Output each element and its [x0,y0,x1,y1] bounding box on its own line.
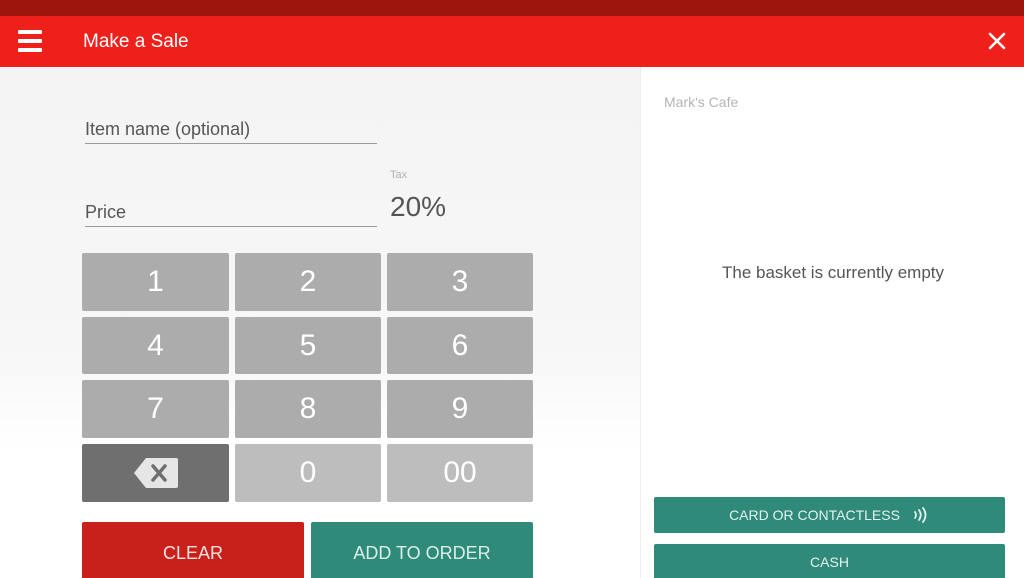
price-input[interactable] [85,202,377,226]
card-or-contactless-button[interactable]: CARD OR CONTACTLESS [654,497,1005,533]
key-1[interactable]: 1 [82,253,229,311]
key-7[interactable]: 7 [82,380,229,438]
key-8[interactable]: 8 [235,380,381,438]
shop-name: Mark's Cafe [664,94,739,110]
key-4[interactable]: 4 [82,317,229,374]
backspace-icon [133,458,178,488]
key-6[interactable]: 6 [387,317,533,374]
sale-entry-panel: Tax 20% 1 2 3 4 5 6 7 8 9 0 00 CLEAR ADD… [0,67,640,578]
contactless-icon [914,507,927,523]
add-to-order-button[interactable]: ADD TO ORDER [311,522,533,578]
key-00[interactable]: 00 [387,444,533,502]
app-bar: Make a Sale [0,16,1024,67]
basket-panel: Mark's Cafe The basket is currently empt… [640,67,1024,578]
key-2[interactable]: 2 [235,253,381,311]
tax-value[interactable]: 20% [390,191,446,223]
card-button-label: CARD OR CONTACTLESS [729,507,900,523]
clear-button[interactable]: CLEAR [82,522,304,578]
backspace-key[interactable] [82,444,229,502]
hamburger-menu-icon[interactable] [18,30,42,52]
basket-empty-message: The basket is currently empty [721,263,945,282]
item-name-field [85,119,377,144]
key-3[interactable]: 3 [387,253,533,311]
key-9[interactable]: 9 [387,380,533,438]
number-keypad: 1 2 3 4 5 6 7 8 9 0 00 [82,253,533,502]
tax-label: Tax [390,169,408,181]
close-icon[interactable] [986,30,1008,52]
key-5[interactable]: 5 [235,317,381,374]
page-title: Make a Sale [83,31,189,52]
item-name-input[interactable] [85,119,377,143]
key-0[interactable]: 0 [235,444,381,502]
cash-button[interactable]: CASH [654,544,1005,578]
status-bar [0,0,1024,16]
price-field [85,202,377,227]
